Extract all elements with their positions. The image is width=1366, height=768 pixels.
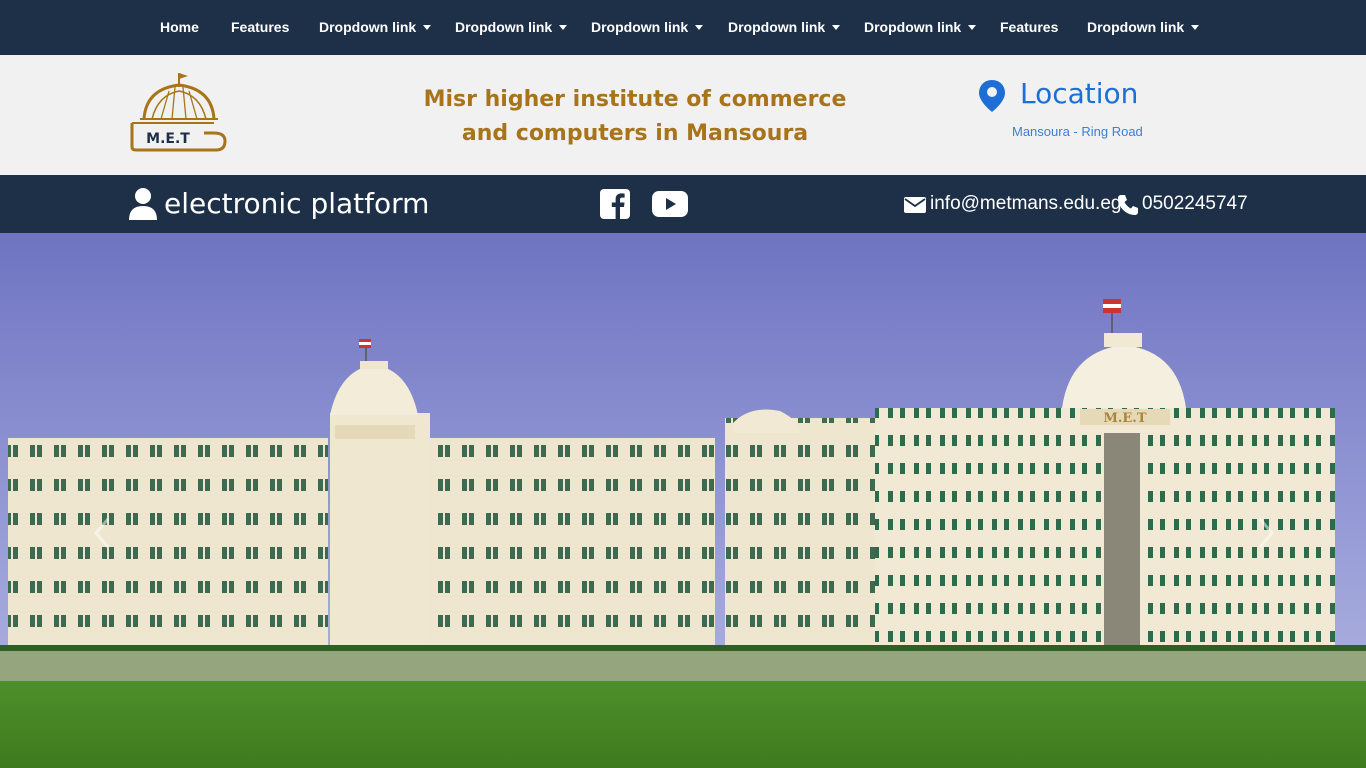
caret-down-icon <box>695 25 704 30</box>
nav-features[interactable]: Features <box>231 0 289 55</box>
institute-title: Misr higher institute of commerce and co… <box>423 87 847 146</box>
caret-down-icon <box>1191 25 1200 30</box>
email-link[interactable]: info@metmans.edu.eg <box>930 193 1121 215</box>
caret-down-icon <box>559 25 568 30</box>
nav-dropdown-6[interactable]: Dropdown link <box>1087 0 1200 55</box>
nav-dropdown-1[interactable]: Dropdown link <box>319 0 432 55</box>
phone-link[interactable]: 0502245747 <box>1142 193 1248 215</box>
campus-building-image: M.E.T <box>0 233 1366 768</box>
nav-dropdown-4[interactable]: Dropdown link <box>728 0 841 55</box>
building-sign-right: M.E.T <box>1103 411 1146 426</box>
caret-down-icon <box>968 25 977 30</box>
caret-down-icon <box>832 25 841 30</box>
top-navbar: Home Features Dropdown link Dropdown lin… <box>0 0 1366 55</box>
info-bar: electronic platform info@metmans.edu.eg … <box>0 175 1366 233</box>
youtube-icon[interactable] <box>652 191 688 217</box>
logo-text: M.E.T <box>146 131 190 147</box>
chevron-left-icon[interactable] <box>88 513 118 553</box>
nav-dropdown-5[interactable]: Dropdown link <box>864 0 977 55</box>
nav-dropdown-2[interactable]: Dropdown link <box>455 0 568 55</box>
hero-carousel: M.E.T <box>0 233 1366 768</box>
location-address[interactable]: Mansoura - Ring Road <box>1012 124 1143 139</box>
user-icon <box>129 188 157 220</box>
chevron-right-icon[interactable] <box>1250 513 1280 553</box>
caret-down-icon <box>423 25 432 30</box>
phone-icon <box>1118 195 1138 215</box>
nav-dropdown-3[interactable]: Dropdown link <box>591 0 704 55</box>
nav-list: Home Features Dropdown link Dropdown lin… <box>0 0 1366 55</box>
nav-home[interactable]: Home <box>160 0 199 55</box>
facebook-icon[interactable] <box>600 189 630 219</box>
map-pin-icon <box>979 80 1005 112</box>
location-heading: Location <box>1020 77 1139 110</box>
met-logo[interactable]: M.E.T <box>128 71 228 153</box>
site-header: M.E.T Misr higher institute of commerce … <box>0 55 1366 175</box>
nav-features-2[interactable]: Features <box>1000 0 1058 55</box>
electronic-platform-link[interactable]: electronic platform <box>164 187 429 220</box>
envelope-icon <box>904 197 926 213</box>
